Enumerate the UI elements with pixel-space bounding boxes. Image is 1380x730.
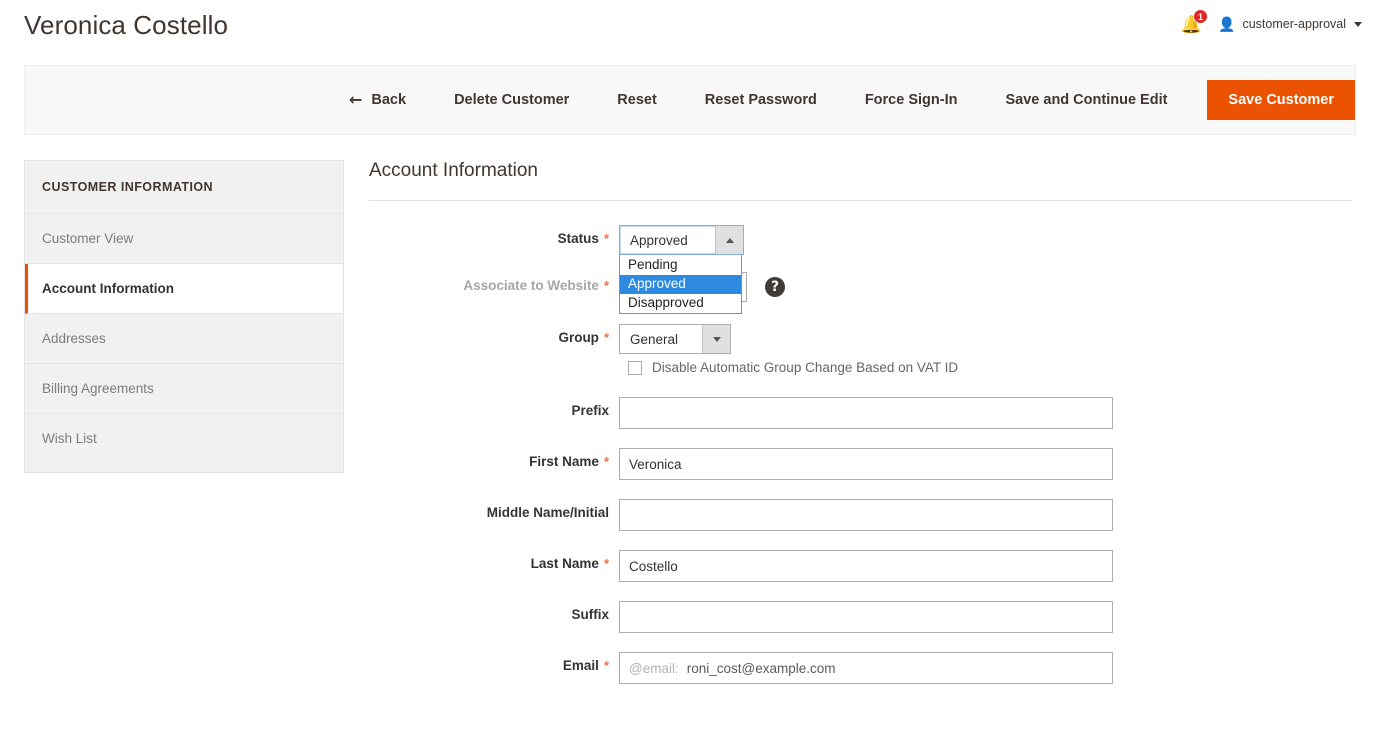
middle-name-control (619, 499, 1113, 531)
sidebar-item-addresses[interactable]: Addresses (25, 314, 343, 364)
reset-password-button[interactable]: Reset Password (681, 84, 841, 116)
first-name-label: First Name * (529, 454, 609, 469)
field-row-middle-name: Middle Name/Initial (369, 499, 1352, 531)
required-marker: * (603, 231, 609, 246)
last-name-control (619, 550, 1113, 582)
group-select-wrapper: General (619, 324, 731, 354)
header-actions: 🔔 1 👤 customer-approval (1180, 9, 1362, 36)
group-select-toggle[interactable] (702, 325, 730, 353)
field-row-suffix: Suffix (369, 601, 1352, 633)
middle-name-label: Middle Name/Initial (486, 505, 609, 520)
field-row-group: Group * General (369, 324, 1352, 354)
status-select-toggle[interactable] (715, 226, 743, 254)
chevron-down-icon (1354, 21, 1362, 27)
question-mark-icon[interactable]: ? (765, 277, 785, 297)
associate-to-website-label: Associate to Website * (463, 278, 609, 293)
arrow-left-icon: ← (348, 90, 363, 109)
notifications-button[interactable]: 🔔 1 (1180, 9, 1209, 36)
suffix-control (619, 601, 1113, 633)
user-avatar-icon: 👤 (1218, 16, 1236, 32)
group-select[interactable]: General (619, 324, 731, 354)
back-button[interactable]: ← Back (349, 84, 430, 116)
sidebar-item-wish-list[interactable]: Wish List (25, 414, 343, 463)
email-input[interactable]: @email: roni_cost@example.com (619, 652, 1113, 684)
disable-vat-group-change-checkbox[interactable] (628, 360, 642, 375)
required-marker: * (603, 278, 609, 293)
page-content: CUSTOMER INFORMATION Customer View Accou… (0, 135, 1380, 703)
prefix-control (619, 397, 1113, 429)
sidebar-title: CUSTOMER INFORMATION (25, 161, 343, 214)
status-label: Status * (557, 231, 609, 246)
reset-button[interactable]: Reset (593, 84, 681, 116)
sidebar-item-account-information[interactable]: Account Information (25, 264, 343, 314)
user-name-label: customer-approval (1242, 17, 1346, 31)
sidebar-item-customer-view[interactable]: Customer View (25, 214, 343, 264)
field-row-email: Email * @email: roni_cost@example.com (369, 652, 1352, 684)
field-row-first-name: First Name * (369, 448, 1352, 480)
status-dropdown-list: Pending Approved Disapproved (619, 255, 742, 314)
suffix-input[interactable] (619, 601, 1113, 633)
notification-count-badge: 1 (1193, 9, 1209, 24)
last-name-label: Last Name * (530, 556, 609, 571)
user-menu[interactable]: 👤 customer-approval (1218, 17, 1362, 31)
back-button-label: Back (371, 92, 407, 108)
status-option-approved[interactable]: Approved (620, 275, 741, 294)
force-sign-in-button[interactable]: Force Sign-In (841, 84, 982, 116)
field-row-associate-to-website: Associate to Website * ? (369, 272, 1352, 302)
required-marker: * (603, 556, 609, 571)
page-title: Veronica Costello (24, 10, 229, 40)
disable-vat-group-change-label: Disable Automatic Group Change Based on … (652, 360, 959, 375)
field-row-status: Status * Approved Pending Approved Disapp… (369, 225, 1352, 314)
last-name-input[interactable] (619, 550, 1113, 582)
field-row-prefix: Prefix (369, 397, 1352, 429)
prefix-input[interactable] (619, 397, 1113, 429)
sidebar-item-billing-agreements[interactable]: Billing Agreements (25, 364, 343, 414)
email-label: Email * (562, 658, 609, 673)
page-header: Veronica Costello 🔔 1 👤 customer-approva… (0, 0, 1380, 58)
email-value: roni_cost@example.com (686, 660, 836, 676)
status-select-value: Approved (630, 232, 688, 248)
suffix-label: Suffix (571, 607, 609, 622)
field-row-last-name: Last Name * (369, 550, 1352, 582)
status-select[interactable]: Approved (619, 225, 744, 255)
customer-information-nav: CUSTOMER INFORMATION Customer View Accou… (24, 160, 344, 473)
first-name-input[interactable] (619, 448, 1113, 480)
delete-customer-button[interactable]: Delete Customer (430, 84, 593, 116)
group-select-value: General (630, 331, 679, 347)
save-and-continue-edit-button[interactable]: Save and Continue Edit (981, 84, 1191, 116)
required-marker: * (603, 454, 609, 469)
status-option-disapproved[interactable]: Disapproved (620, 294, 741, 313)
caret-down-icon (712, 336, 721, 342)
prefix-label: Prefix (571, 403, 609, 418)
caret-up-icon (725, 237, 734, 243)
save-customer-button[interactable]: Save Customer (1207, 80, 1355, 120)
account-information-form: Account Information Status * Approved Pen… (369, 160, 1356, 703)
email-prefix-hint: @email: (629, 660, 679, 676)
page-actions-toolbar: ← Back Delete Customer Reset Reset Passw… (24, 65, 1356, 135)
disable-vat-group-change-row: Disable Automatic Group Change Based on … (619, 360, 1352, 375)
status-select-wrapper: Approved Pending Approved Disapproved (619, 225, 744, 314)
section-title: Account Information (369, 160, 1352, 201)
email-control: @email: roni_cost@example.com (619, 652, 1113, 684)
first-name-control (619, 448, 1113, 480)
required-marker: * (603, 658, 609, 673)
group-label: Group * (558, 330, 609, 345)
middle-name-input[interactable] (619, 499, 1113, 531)
required-marker: * (603, 330, 609, 345)
status-option-pending[interactable]: Pending (620, 256, 741, 275)
